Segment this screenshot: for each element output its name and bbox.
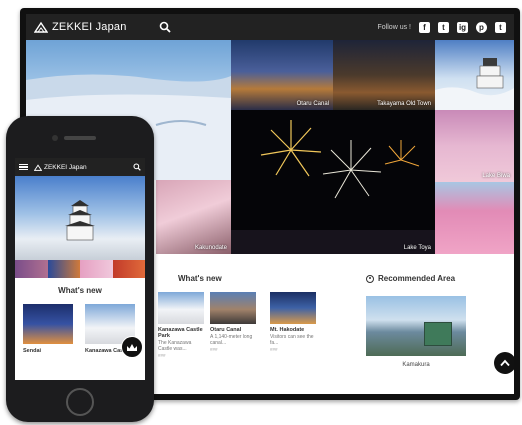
mobile-hero-image[interactable] xyxy=(15,176,145,260)
news-card-title: Mt. Hakodate xyxy=(270,327,305,333)
site-logo[interactable]: ZEKKEI Japan xyxy=(34,21,127,33)
hero-tile-label: Takayama Old Town xyxy=(377,101,431,107)
instagram-icon[interactable]: ig xyxy=(457,21,468,33)
hero-tile-moss-phlox[interactable] xyxy=(435,182,514,254)
mountain-logo-icon xyxy=(34,21,48,33)
castle-image xyxy=(435,58,514,110)
news-card-desc: A 1,140-meter long canal... xyxy=(210,334,253,346)
hero-tile-canal[interactable]: Otaru Canal xyxy=(231,40,333,110)
news-card-thumbnail xyxy=(270,292,316,324)
social-links: f t ig p t xyxy=(419,21,506,33)
phone-screen: ZEKKEI Japan What's new Sendai Kanazawa … xyxy=(15,158,145,380)
recommended-area-title: Recommended Area xyxy=(378,274,456,283)
mobile-thumbnail[interactable] xyxy=(47,260,80,278)
news-card-thumbnail xyxy=(210,292,256,324)
hero-tile-fireworks[interactable]: Lake Toya xyxy=(231,110,435,254)
recommended-area-heading: Recommended Area xyxy=(366,274,455,283)
search-icon[interactable] xyxy=(133,163,141,171)
mobile-header: ZEKKEI Japan xyxy=(15,158,145,176)
chevron-up-icon xyxy=(500,359,510,367)
mobile-whats-new-heading: What's new xyxy=(58,286,102,295)
tumblr-icon[interactable]: t xyxy=(495,21,506,33)
location-pin-icon xyxy=(366,274,374,283)
mobile-logo[interactable]: ZEKKEI Japan xyxy=(34,164,87,171)
phone-camera xyxy=(52,135,58,141)
phone-earpiece xyxy=(64,136,96,140)
facebook-icon[interactable]: f xyxy=(419,21,430,33)
mobile-logo-text: ZEKKEI Japan xyxy=(44,163,87,171)
crown-button[interactable] xyxy=(121,336,143,358)
pinterest-icon[interactable]: p xyxy=(476,21,487,33)
twitter-icon[interactable]: t xyxy=(438,21,449,33)
search-icon[interactable] xyxy=(159,21,171,33)
whats-new-heading: What's new xyxy=(178,274,222,283)
hero-tile-lake[interactable]: Lake Biwa xyxy=(435,110,514,182)
mobile-thumbnail[interactable] xyxy=(112,260,145,278)
hamburger-menu-icon[interactable] xyxy=(19,163,28,171)
news-card-meta: ### xyxy=(270,347,278,352)
news-card-thumbnail xyxy=(158,292,204,324)
news-card-title: Kanazawa Castle Park xyxy=(158,327,203,339)
mountain-logo-icon xyxy=(34,163,42,171)
site-logo-text: ZEKKEI Japan xyxy=(52,21,127,33)
news-card-meta: ### xyxy=(210,347,218,352)
hero-tile-cherry-blossom[interactable]: Kakunodate xyxy=(156,180,231,254)
recommended-area-label: Kamakura xyxy=(402,362,430,368)
mobile-thumbnail[interactable] xyxy=(80,260,113,278)
news-card[interactable]: Otaru Canal A 1,140-meter long canal... … xyxy=(210,292,256,352)
follow-us-label: Follow us ! xyxy=(377,23,411,31)
news-card-desc: Visitors can see the fa... xyxy=(270,334,314,346)
castle-image xyxy=(65,200,95,241)
hero-tile-label: Kakunodate xyxy=(194,245,227,251)
site-header: ZEKKEI Japan Follow us ! f t ig p t xyxy=(26,14,514,40)
hero-tile-label: Otaru Canal xyxy=(296,101,329,107)
hero-tile-label: Lake Toya xyxy=(403,245,431,251)
mobile-news-card[interactable]: Sendai xyxy=(23,304,73,354)
news-card[interactable]: Mt. Hakodate Visitors can see the fa... … xyxy=(270,292,316,352)
news-card-desc: The Kanazawa Castle was... xyxy=(158,340,192,352)
scroll-to-top-button[interactable] xyxy=(494,352,514,374)
crown-icon xyxy=(127,343,137,351)
mobile-thumbnail-strip[interactable] xyxy=(15,260,145,278)
recommended-area-image[interactable] xyxy=(366,296,466,356)
news-card-meta: ### xyxy=(158,353,166,358)
mobile-thumbnail[interactable] xyxy=(15,260,48,278)
news-card[interactable]: Kanazawa Castle Park The Kanazawa Castle… xyxy=(158,292,204,358)
news-card-title: Otaru Canal xyxy=(210,327,242,333)
hero-tile-label: Lake Biwa xyxy=(482,173,510,179)
smartphone: ZEKKEI Japan What's new Sendai Kanazawa … xyxy=(6,116,154,422)
fireworks-image xyxy=(231,120,435,254)
hero-tile-old-town[interactable]: Takayama Old Town xyxy=(333,40,435,110)
mobile-news-thumbnail xyxy=(23,304,73,344)
home-button[interactable] xyxy=(66,388,94,416)
mobile-news-label: Sendai xyxy=(23,348,42,354)
hero-tile-castle[interactable] xyxy=(435,40,514,110)
